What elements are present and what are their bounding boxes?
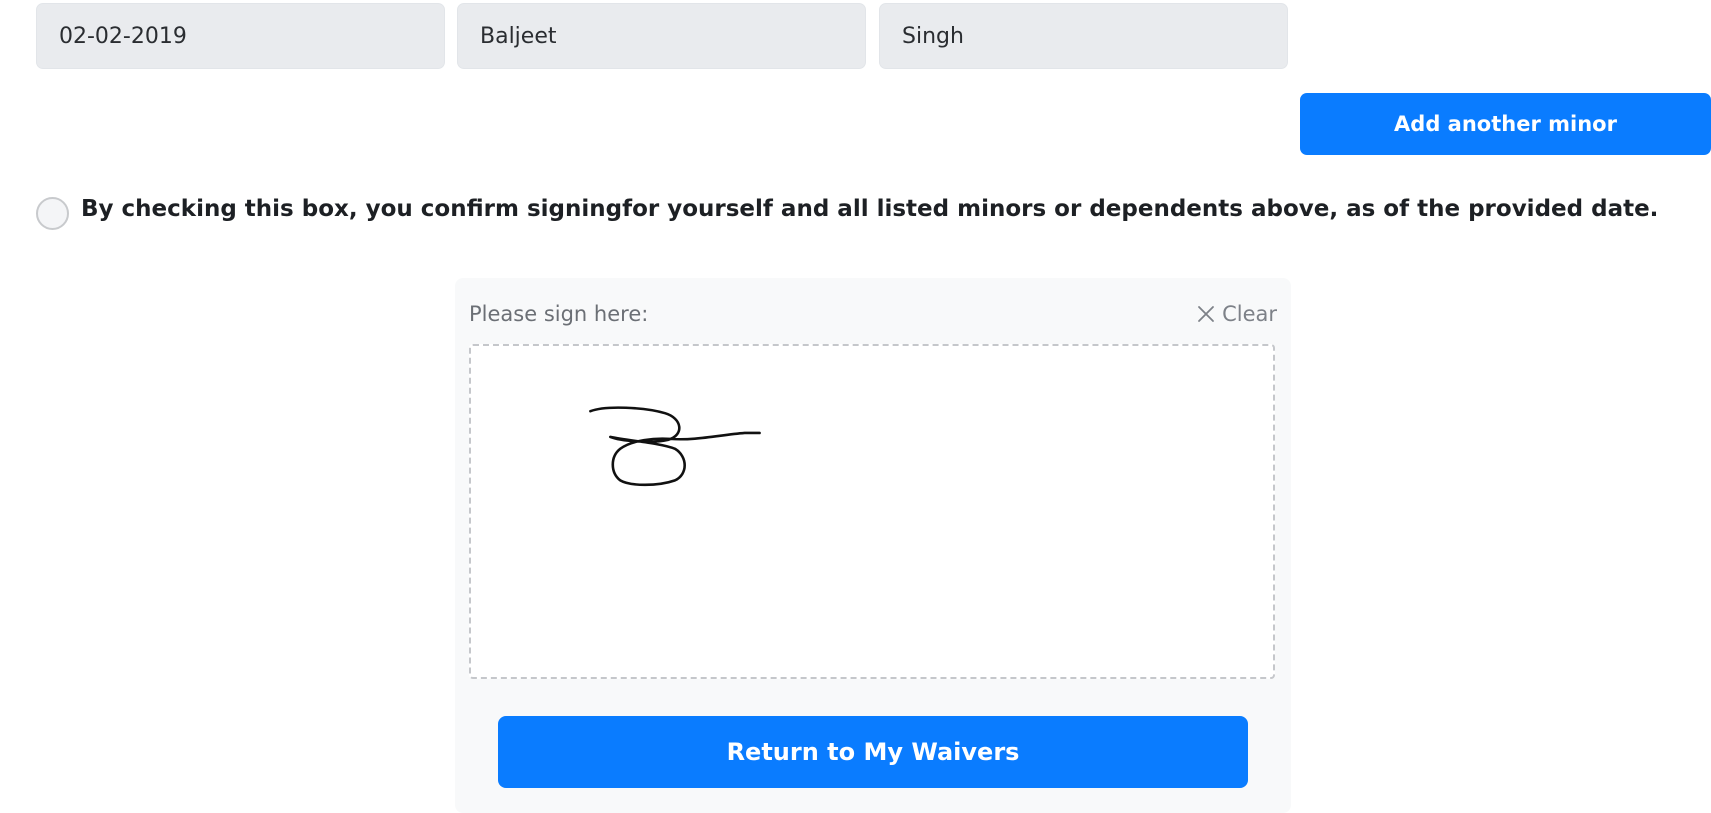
minor-first-name-field[interactable]: Baljeet — [457, 3, 866, 69]
signature-panel: Please sign here: Clear Return to My Wai… — [455, 278, 1291, 813]
signature-pad[interactable] — [469, 344, 1275, 679]
minor-dob-field[interactable]: 02-02-2019 — [36, 3, 445, 69]
signature-drawing — [589, 406, 761, 487]
signature-label: Please sign here: — [469, 302, 649, 326]
minor-last-name-field[interactable]: Singh — [879, 3, 1288, 69]
confirm-text: By checking this box, you confirm signin… — [81, 196, 1659, 222]
close-icon — [1196, 304, 1216, 324]
confirm-row: By checking this box, you confirm signin… — [36, 196, 1658, 230]
clear-signature-button[interactable]: Clear — [1196, 302, 1277, 326]
add-another-minor-button[interactable]: Add another minor — [1300, 93, 1711, 155]
clear-label: Clear — [1222, 302, 1277, 326]
confirm-checkbox[interactable] — [36, 197, 69, 230]
return-to-waivers-button[interactable]: Return to My Waivers — [498, 716, 1248, 788]
